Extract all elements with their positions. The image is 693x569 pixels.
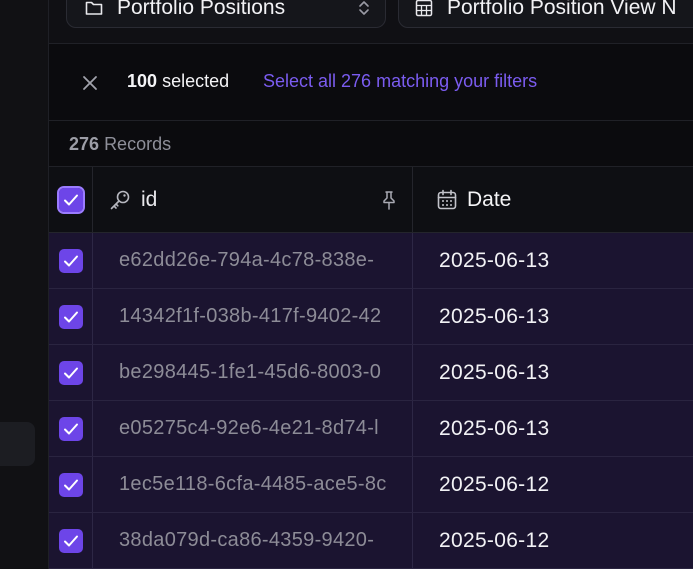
view-select[interactable]: Portfolio Position View N	[398, 0, 693, 28]
pin-icon[interactable]	[380, 190, 398, 210]
table-row[interactable]: e05275c4-92e6-4e21-8d74-l 2025-06-13	[49, 401, 693, 457]
folder-icon	[85, 1, 103, 15]
table-row[interactable]: 1ec5e118-6cfa-4485-ace5-8c 2025-06-12	[49, 457, 693, 513]
column-header-id[interactable]: id	[93, 167, 413, 232]
table-row[interactable]: e62dd26e-794a-4c78-838e- 2025-06-13	[49, 233, 693, 289]
row-checkbox[interactable]	[58, 528, 83, 553]
checkmark-icon	[63, 367, 78, 378]
chevron-up-down-icon	[359, 1, 369, 15]
row-checkbox[interactable]	[58, 472, 83, 497]
column-header-id-label: id	[141, 187, 158, 211]
records-count-number: 276	[69, 134, 100, 154]
left-sidebar	[0, 0, 48, 569]
cell-id[interactable]: 38da079d-ca86-4359-9420-	[93, 513, 413, 568]
cell-id[interactable]: be298445-1fe1-45d6-8003-0	[93, 345, 413, 400]
view-select-label: Portfolio Position View N	[447, 0, 677, 19]
column-header-date[interactable]: Date	[413, 167, 693, 232]
cell-date[interactable]: 2025-06-13	[413, 345, 693, 400]
table-row[interactable]: be298445-1fe1-45d6-8003-0 2025-06-13	[49, 345, 693, 401]
object-select-label: Portfolio Positions	[117, 0, 286, 19]
cell-date[interactable]: 2025-06-13	[413, 289, 693, 344]
column-header-date-label: Date	[467, 187, 512, 211]
select-all-checkbox[interactable]	[56, 185, 85, 214]
selected-count: 100 selected	[127, 71, 229, 92]
checkmark-icon	[63, 535, 78, 546]
row-checkbox-cell	[49, 233, 93, 288]
table-body: e62dd26e-794a-4c78-838e- 2025-06-13 1434…	[49, 233, 693, 569]
cell-date[interactable]: 2025-06-12	[413, 457, 693, 512]
row-checkbox[interactable]	[58, 416, 83, 441]
view-toolbar: Portfolio Positions Portfolio Position V…	[49, 0, 693, 44]
clear-selection-button[interactable]	[79, 72, 101, 94]
row-checkbox[interactable]	[58, 248, 83, 273]
checkmark-icon	[63, 194, 78, 205]
records-table: id Date e62dd26e-794a-4c78-838e- 2025-06…	[49, 167, 693, 569]
cell-date[interactable]: 2025-06-13	[413, 401, 693, 456]
row-checkbox-cell	[49, 457, 93, 512]
row-checkbox[interactable]	[58, 360, 83, 385]
key-icon	[110, 190, 130, 209]
cell-id[interactable]: e62dd26e-794a-4c78-838e-	[93, 233, 413, 288]
records-count: 276 Records	[49, 121, 693, 167]
checkmark-icon	[63, 479, 78, 490]
header-checkbox-cell	[49, 167, 93, 232]
table-row[interactable]: 38da079d-ca86-4359-9420- 2025-06-12	[49, 513, 693, 569]
row-checkbox-cell	[49, 289, 93, 344]
table-row[interactable]: 14342f1f-038b-417f-9402-42 2025-06-13	[49, 289, 693, 345]
sidebar-active-item[interactable]	[0, 422, 35, 466]
checkmark-icon	[63, 423, 78, 434]
row-checkbox[interactable]	[58, 304, 83, 329]
row-checkbox-cell	[49, 345, 93, 400]
checkmark-icon	[63, 311, 78, 322]
object-select[interactable]: Portfolio Positions	[66, 0, 386, 28]
row-checkbox-cell	[49, 513, 93, 568]
selected-count-number: 100	[127, 71, 158, 91]
table-icon	[415, 0, 433, 17]
cell-date[interactable]: 2025-06-12	[413, 513, 693, 568]
close-icon	[83, 76, 97, 90]
main-panel: Portfolio Positions Portfolio Position V…	[48, 0, 693, 569]
records-count-label: Records	[104, 134, 172, 154]
cell-date[interactable]: 2025-06-13	[413, 233, 693, 288]
select-all-matching-link[interactable]: Select all 276 matching your filters	[263, 71, 537, 92]
selected-count-suffix: selected	[162, 71, 230, 91]
row-checkbox-cell	[49, 401, 93, 456]
cell-id[interactable]: 1ec5e118-6cfa-4485-ace5-8c	[93, 457, 413, 512]
cell-id[interactable]: 14342f1f-038b-417f-9402-42	[93, 289, 413, 344]
checkmark-icon	[63, 255, 78, 266]
table-header-row: id Date	[49, 167, 693, 233]
selection-bar: 100 selected Select all 276 matching you…	[49, 44, 693, 121]
cell-id[interactable]: e05275c4-92e6-4e21-8d74-l	[93, 401, 413, 456]
calendar-icon	[437, 189, 457, 209]
